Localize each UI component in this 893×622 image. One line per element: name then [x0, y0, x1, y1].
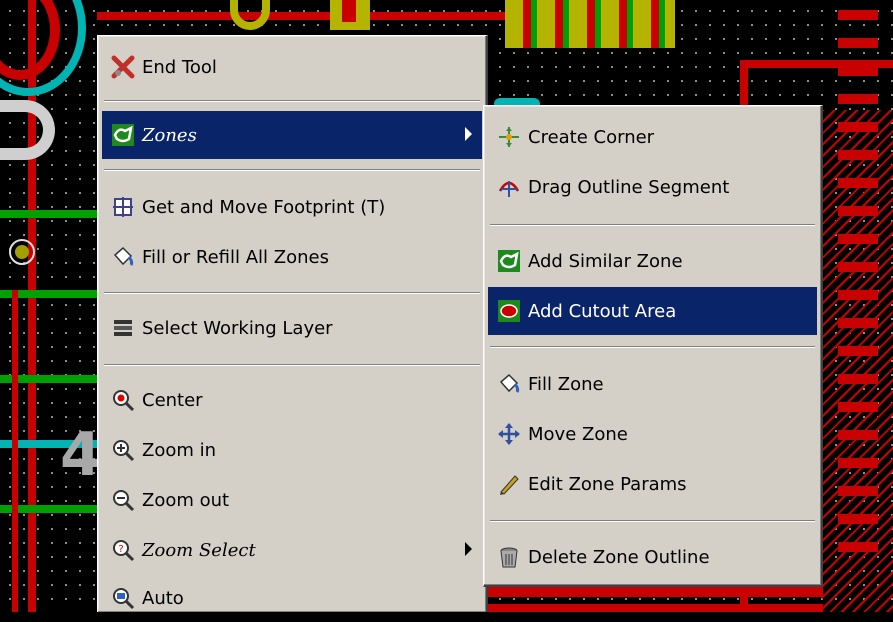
silk-letter-d: [0, 100, 55, 160]
submenu-item-drag-outline-segment[interactable]: Drag Outline Segment: [488, 163, 817, 211]
zoom-out-icon: [110, 487, 136, 513]
separator: [490, 520, 815, 522]
zoom-center-icon: [110, 387, 136, 413]
zoom-in-icon: [110, 437, 136, 463]
separator: [104, 292, 480, 294]
pad-yellow-top-1: [230, 0, 270, 30]
menu-item-label: Add Similar Zone: [528, 250, 683, 272]
menu-item-get-move-footprint[interactable]: Get and Move Footprint (T): [102, 183, 482, 231]
menu-item-label: Edit Zone Params: [528, 473, 687, 495]
menu-item-auto[interactable]: Auto: [102, 574, 482, 622]
separator: [490, 346, 815, 348]
silk-vertical-text-red: [838, 10, 878, 570]
track-red-bottom: [488, 587, 823, 597]
menu-item-label: Drag Outline Segment: [528, 176, 730, 198]
submenu-item-edit-zone-params[interactable]: Edit Zone Params: [488, 460, 817, 508]
submenu-arrow-icon: [465, 542, 472, 556]
zoom-auto-icon: [110, 585, 136, 611]
drag-segment-icon: [496, 174, 522, 200]
menu-item-label: Auto: [142, 587, 184, 609]
silk-digit-4: 4: [60, 420, 102, 490]
svg-text:?: ?: [118, 544, 123, 555]
menu-item-zones[interactable]: Zones: [102, 111, 482, 159]
trash-can-icon: [496, 544, 522, 570]
silk-yellow-text-top: [505, 0, 675, 48]
fill-bucket-icon: [110, 244, 136, 270]
menu-item-label: Move Zone: [528, 423, 628, 445]
menu-item-label: Center: [142, 389, 203, 411]
move-footprint-icon: [110, 194, 136, 220]
end-tool-icon: [110, 54, 136, 80]
menu-item-label: Select Working Layer: [142, 317, 333, 339]
menu-item-fill-all-zones[interactable]: Fill or Refill All Zones: [102, 233, 482, 281]
menu-item-label: Zoom out: [142, 489, 230, 511]
add-zone-icon: [496, 248, 522, 274]
track-red-top: [97, 12, 527, 20]
submenu-arrow-icon: [465, 127, 472, 141]
pad-red-top: [342, 0, 356, 22]
menu-item-label: Create Corner: [528, 126, 655, 148]
track-red-bottom-2: [488, 604, 823, 612]
menu-item-zoom-out[interactable]: Zoom out: [102, 476, 482, 524]
separator: [104, 364, 480, 366]
via-circle-inner: [15, 245, 29, 259]
menu-item-label: Zoom in: [142, 439, 217, 461]
menu-item-zoom-select[interactable]: ? Zoom Select: [102, 526, 482, 574]
context-menu: End Tool Zones Get and Move Footprint (T…: [97, 35, 488, 612]
separator: [104, 100, 480, 102]
track-red-vertical-2: [12, 290, 18, 612]
menu-item-label: Zoom Select: [142, 539, 256, 561]
menu-item-label: Fill Zone: [528, 373, 604, 395]
zones-submenu: Create Corner Drag Outline Segment Add S…: [483, 105, 823, 587]
create-corner-icon: [496, 124, 522, 150]
submenu-item-create-corner[interactable]: Create Corner: [488, 113, 817, 161]
move-arrows-icon: [496, 421, 522, 447]
menu-item-end-tool[interactable]: End Tool: [102, 43, 482, 91]
menu-item-label: Fill or Refill All Zones: [142, 246, 329, 268]
menu-item-label: Get and Move Footprint (T): [142, 196, 386, 218]
layers-icon: [110, 315, 136, 341]
menu-item-label: Delete Zone Outline: [528, 546, 710, 568]
submenu-item-delete-zone-outline[interactable]: Delete Zone Outline: [488, 533, 817, 581]
submenu-item-fill-zone[interactable]: Fill Zone: [488, 360, 817, 408]
submenu-item-move-zone[interactable]: Move Zone: [488, 410, 817, 458]
zone-icon: [110, 122, 136, 148]
separator: [104, 169, 480, 171]
menu-item-label: Zones: [142, 124, 197, 146]
add-cutout-icon: [496, 298, 522, 324]
pencil-icon: [496, 471, 522, 497]
zoom-select-icon: ?: [110, 537, 136, 563]
menu-item-label: Add Cutout Area: [528, 300, 677, 322]
menu-item-zoom-in[interactable]: Zoom in: [102, 426, 482, 474]
separator: [490, 224, 815, 226]
menu-item-label: End Tool: [142, 56, 217, 78]
submenu-item-add-similar-zone[interactable]: Add Similar Zone: [488, 237, 817, 285]
menu-item-select-working-layer[interactable]: Select Working Layer: [102, 304, 482, 352]
fill-bucket-icon: [496, 371, 522, 397]
track-green-horizontal-1: [0, 210, 97, 218]
submenu-item-add-cutout-area[interactable]: Add Cutout Area: [488, 287, 817, 335]
menu-item-center[interactable]: Center: [102, 376, 482, 424]
